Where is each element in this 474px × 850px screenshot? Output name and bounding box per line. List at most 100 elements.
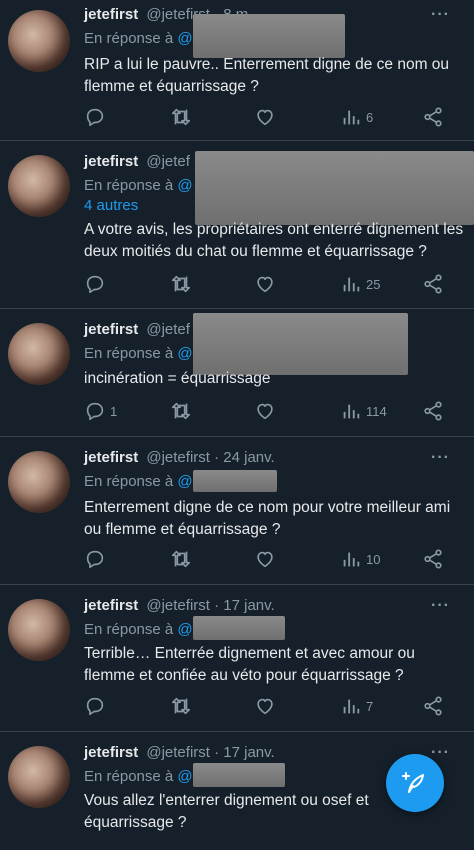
avatar[interactable] — [8, 746, 70, 808]
tweet-actions: 1 114 — [84, 400, 454, 424]
reply-mention[interactable]: @ — [177, 177, 192, 194]
like-button[interactable] — [254, 695, 276, 717]
like-icon — [257, 551, 273, 568]
reply-prefix: En réponse à — [84, 768, 174, 785]
tweet-item[interactable]: jetefirst @jetef En réponse à @ incinéra… — [0, 309, 474, 437]
share-button[interactable] — [422, 548, 444, 570]
avatar[interactable] — [8, 451, 70, 513]
redacted-block — [195, 151, 474, 225]
reply-context: En réponse à @ — [84, 621, 193, 638]
tweet-text: Terrible… Enterrée dignement et avec amo… — [84, 645, 415, 684]
reply-context: En réponse à @ — [84, 30, 193, 47]
share-icon — [424, 549, 442, 569]
reply-context: En réponse à @ — [84, 177, 193, 194]
reply-button[interactable] — [84, 273, 110, 295]
tweet-item[interactable]: jetefirst @jetefirst · 8 m ··· En répons… — [0, 0, 474, 141]
tweet-text: Vous allez l'enterrer dignement ou osef … — [84, 792, 369, 831]
like-button[interactable] — [254, 273, 276, 295]
author-name[interactable]: jetefirst — [84, 449, 138, 466]
reply-mention[interactable]: @ — [177, 30, 192, 47]
tweet-header: jetefirst @jetef — [84, 321, 190, 338]
more-options-icon[interactable]: ··· — [431, 6, 450, 24]
author-name[interactable]: jetefirst — [84, 597, 138, 614]
share-button[interactable] — [422, 400, 444, 422]
tweet-header: jetefirst @jetefirst · 17 janv. — [84, 744, 275, 761]
views-count: 25 — [366, 276, 381, 292]
share-button[interactable] — [422, 273, 444, 295]
redacted-block — [193, 470, 277, 492]
retweet-button[interactable] — [170, 400, 192, 422]
reply-mention[interactable]: @ — [177, 345, 192, 362]
reply-icon — [86, 275, 104, 294]
reply-mention[interactable]: @ — [177, 621, 192, 638]
more-options-icon[interactable]: ··· — [431, 744, 450, 762]
redacted-block — [193, 616, 285, 640]
avatar[interactable] — [8, 599, 70, 661]
reply-prefix: En réponse à — [84, 345, 174, 362]
views-count: 7 — [366, 698, 374, 714]
reply-mention[interactable]: @ — [177, 473, 192, 490]
avatar[interactable] — [8, 323, 70, 385]
tweet-header: jetefirst @jetefirst · 17 janv. — [84, 597, 275, 614]
reply-button[interactable]: 1 — [84, 400, 117, 422]
like-icon — [257, 403, 273, 420]
like-button[interactable] — [254, 400, 276, 422]
other-recipients-link[interactable]: 4 autres — [84, 197, 138, 214]
author-name[interactable]: jetefirst — [84, 153, 138, 170]
retweet-icon — [171, 275, 191, 293]
views-button[interactable]: 6 — [340, 106, 373, 128]
retweet-icon — [171, 402, 191, 420]
like-button[interactable] — [254, 548, 276, 570]
retweet-button[interactable] — [170, 548, 192, 570]
more-options-icon[interactable]: ··· — [431, 449, 450, 467]
avatar[interactable] — [8, 10, 70, 72]
author-name[interactable]: jetefirst — [84, 6, 138, 23]
tweet-actions: 6 — [84, 106, 454, 130]
views-count: 10 — [366, 551, 381, 567]
author-name[interactable]: jetefirst — [84, 321, 138, 338]
tweet-actions: 7 — [84, 695, 454, 719]
tweet-header: jetefirst @jetef — [84, 153, 190, 170]
like-icon — [257, 276, 273, 293]
author-handle: @jetef — [146, 153, 190, 170]
reply-button[interactable] — [84, 106, 110, 128]
views-icon — [343, 699, 360, 714]
author-handle: @jetefirst — [146, 597, 210, 614]
avatar[interactable] — [8, 155, 70, 217]
redacted-block — [193, 763, 285, 787]
tweet-item[interactable]: jetefirst @jetefirst · 17 janv. ··· En r… — [0, 585, 474, 732]
timestamp[interactable]: · 24 janv. — [214, 449, 275, 466]
author-name[interactable]: jetefirst — [84, 744, 138, 761]
tweet-actions: 10 — [84, 548, 454, 572]
views-button[interactable]: 7 — [340, 695, 373, 717]
tweet-item[interactable]: jetefirst @jetef En réponse à @ 4 autres… — [0, 141, 474, 309]
tweet-text: A votre avis, les propriétaires ont ente… — [84, 221, 464, 260]
reply-prefix: En réponse à — [84, 30, 174, 47]
views-button[interactable]: 114 — [340, 400, 387, 422]
retweet-button[interactable] — [170, 695, 192, 717]
reply-count: 1 — [110, 403, 118, 419]
reply-context: En réponse à @ — [84, 473, 193, 490]
views-button[interactable]: 25 — [340, 273, 380, 295]
like-button[interactable] — [254, 106, 276, 128]
share-button[interactable] — [422, 106, 444, 128]
share-button[interactable] — [422, 695, 444, 717]
tweet-text: Enterrement digne de ce nom pour votre m… — [84, 499, 451, 538]
retweet-button[interactable] — [170, 273, 192, 295]
compose-tweet-button[interactable] — [386, 754, 444, 812]
tweet-header: jetefirst @jetefirst · 24 janv. — [84, 449, 275, 466]
author-handle: @jetef — [146, 321, 190, 338]
reply-icon — [86, 697, 104, 716]
tweet-text: RIP a lui le pauvre.. Enterrement digne … — [84, 56, 450, 95]
tweet-item[interactable]: jetefirst @jetefirst · 24 janv. ··· En r… — [0, 437, 474, 585]
views-count: 114 — [366, 403, 387, 419]
views-button[interactable]: 10 — [340, 548, 380, 570]
reply-button[interactable] — [84, 548, 110, 570]
reply-button[interactable] — [84, 695, 110, 717]
timestamp[interactable]: · 17 janv. — [214, 744, 275, 761]
more-options-icon[interactable]: ··· — [431, 597, 450, 615]
retweet-icon — [171, 550, 191, 568]
reply-mention[interactable]: @ — [177, 768, 192, 785]
timestamp[interactable]: · 17 janv. — [214, 597, 275, 614]
retweet-button[interactable] — [170, 106, 192, 128]
